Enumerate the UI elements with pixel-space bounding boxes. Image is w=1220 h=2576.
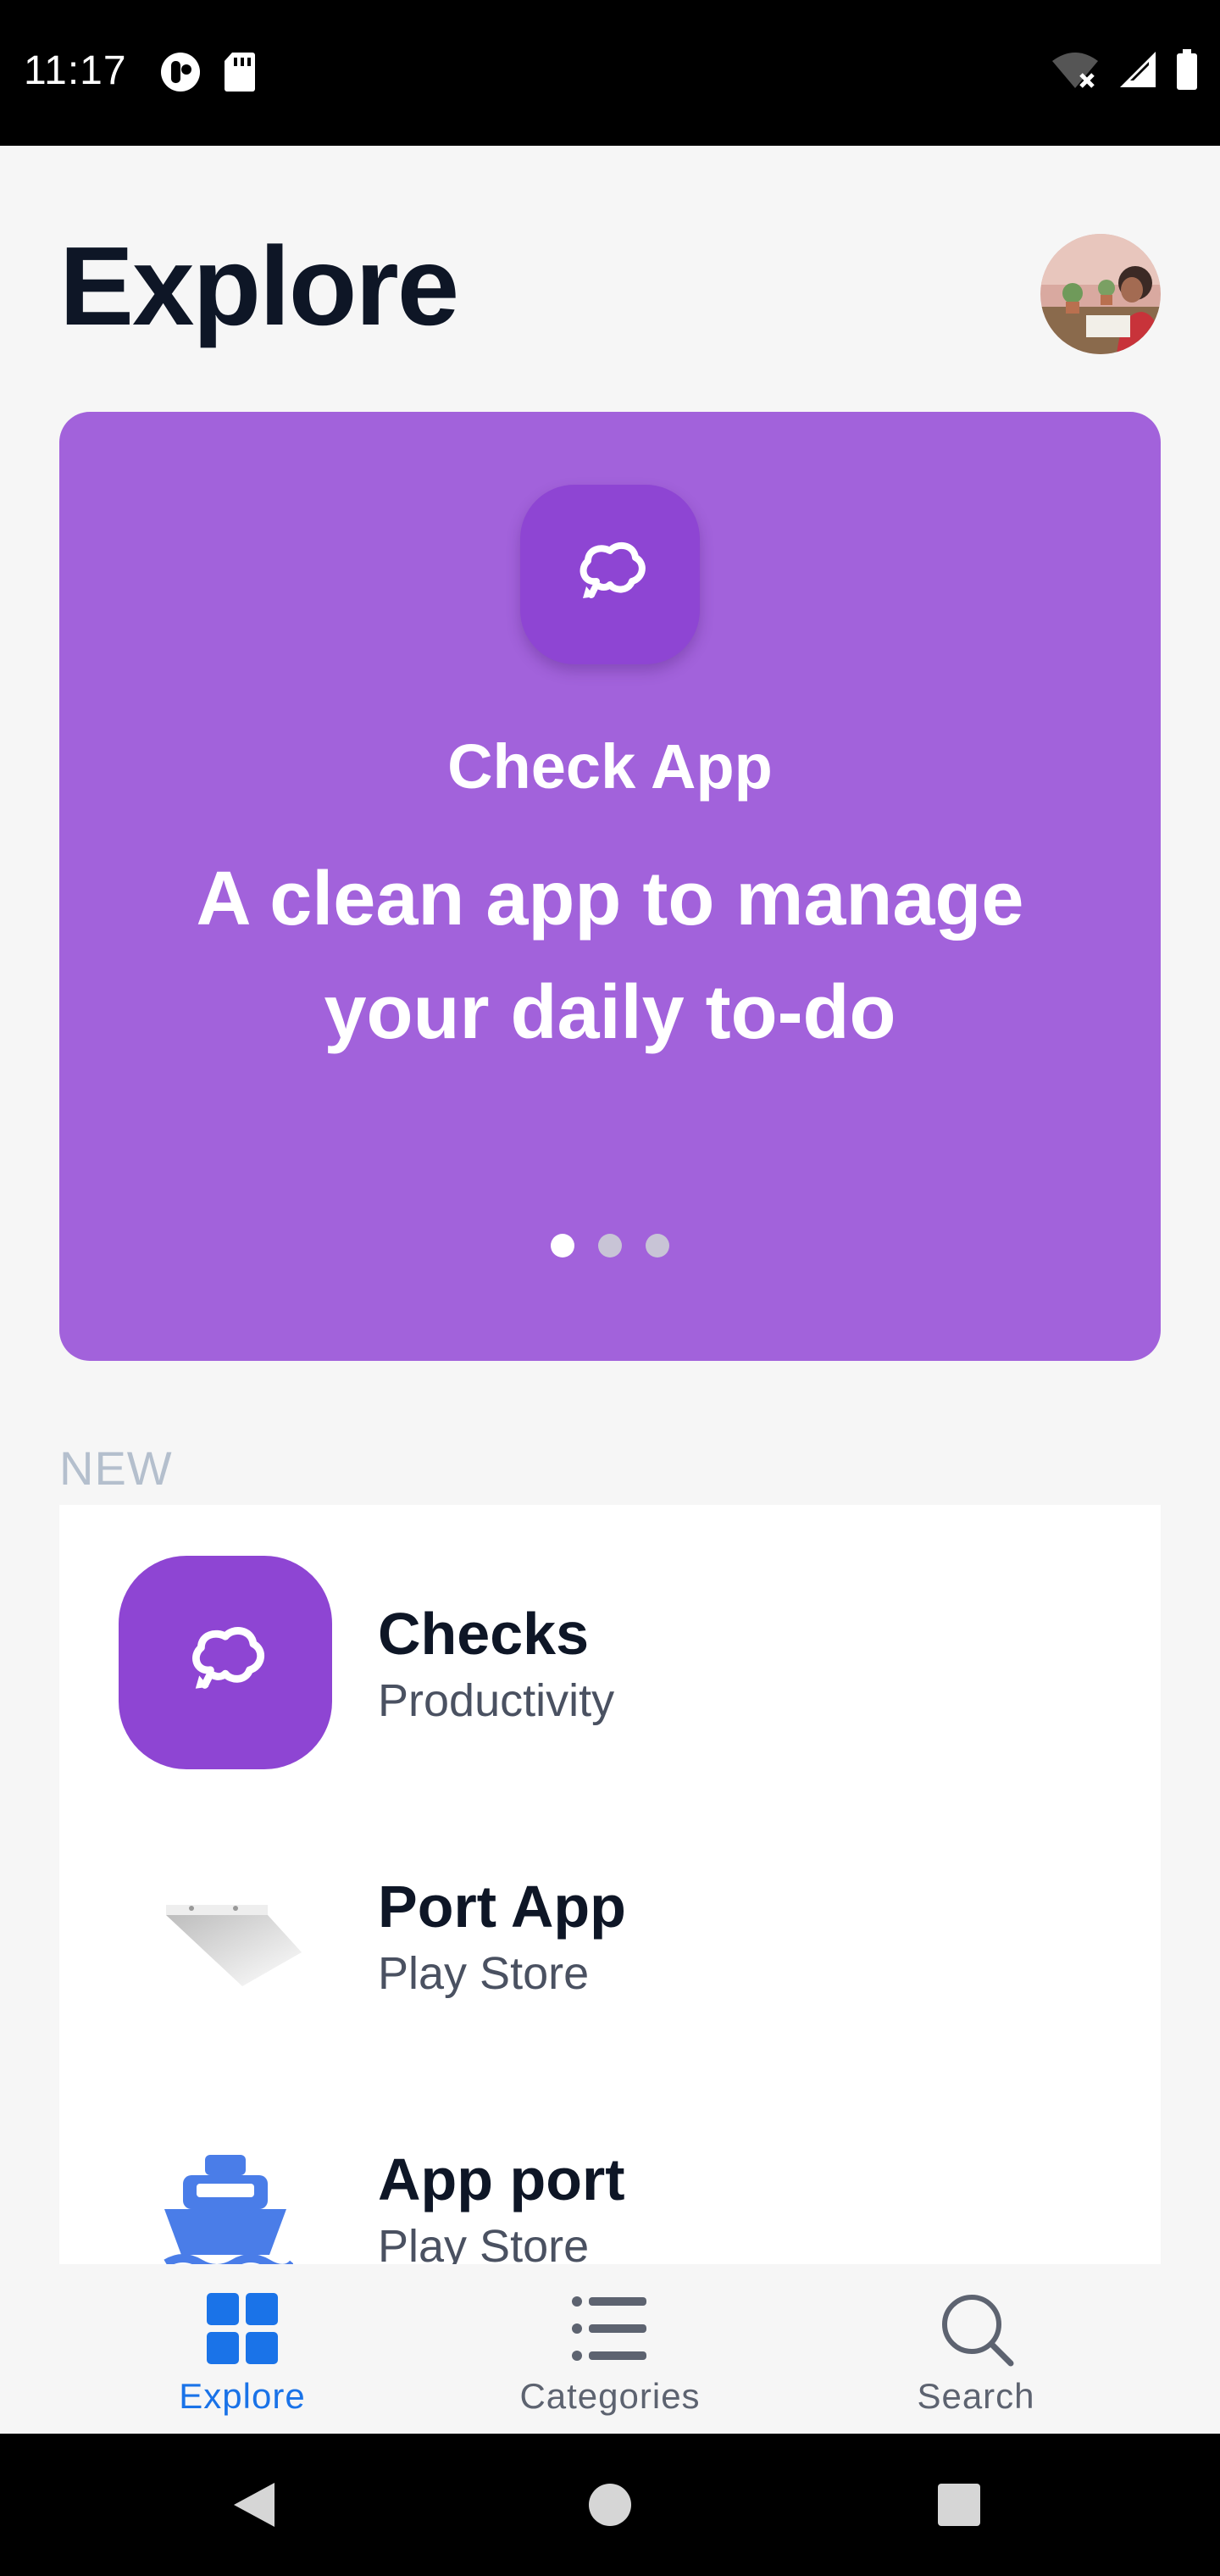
nav-item-search[interactable]: Search (773, 2264, 1179, 2434)
list-item[interactable]: Port App Play Store (59, 1778, 1161, 2051)
ship-logo-icon (119, 2101, 332, 2264)
list-icon (572, 2288, 648, 2369)
bottom-navigation: Explore Categories Search (0, 2264, 1220, 2434)
nav-label: Categories (519, 2376, 701, 2416)
app-category: Play Store (378, 1948, 590, 1999)
sd-card-icon (224, 51, 256, 97)
featured-app-name: Check App (447, 731, 773, 802)
notification-app-icon (159, 51, 202, 97)
app-name: App port (378, 2146, 625, 2212)
app-name: Checks (378, 1601, 590, 1667)
carousel-dot[interactable] (551, 1234, 574, 1257)
list-item[interactable]: Checks Productivity (59, 1505, 1161, 1778)
back-icon[interactable] (232, 2481, 276, 2533)
list-item[interactable]: App port Play Store (59, 2051, 1161, 2264)
carousel-dot[interactable] (646, 1234, 669, 1257)
recents-icon[interactable] (937, 2483, 981, 2531)
signal-icon (1118, 50, 1157, 93)
grid-icon (205, 2288, 280, 2369)
port-app-logo-icon (119, 1829, 332, 2042)
section-label: NEW (59, 1441, 173, 1495)
home-icon[interactable] (588, 2483, 632, 2531)
nav-item-explore[interactable]: Explore (39, 2264, 446, 2434)
app-name: Port App (378, 1874, 626, 1940)
nav-label: Explore (179, 2376, 306, 2416)
status-time: 11:17 (24, 48, 127, 93)
wifi-off-icon (1051, 49, 1100, 94)
featured-card[interactable]: Check App A clean app to manage your dai… (59, 412, 1161, 1361)
featured-tagline: A clean app to manage your daily to-do (196, 857, 1024, 1055)
checks-logo-icon (119, 1556, 332, 1769)
app-category: Play Store (378, 2221, 590, 2264)
nav-item-categories[interactable]: Categories (407, 2264, 813, 2434)
avatar[interactable] (1040, 234, 1161, 354)
app-list: Checks Productivity Port App Play Store (59, 1505, 1161, 2264)
search-icon (938, 2288, 1014, 2369)
carousel-indicator (59, 1234, 1161, 1257)
battery-icon (1176, 49, 1198, 94)
checks-logo-icon (520, 485, 700, 664)
status-bar: 11:17 (0, 0, 1220, 146)
page-title: Explore (59, 224, 459, 348)
system-navigation-bar (0, 2434, 1220, 2576)
app-category: Productivity (378, 1675, 615, 1726)
carousel-dot[interactable] (598, 1234, 622, 1257)
nav-label: Search (917, 2376, 1035, 2416)
